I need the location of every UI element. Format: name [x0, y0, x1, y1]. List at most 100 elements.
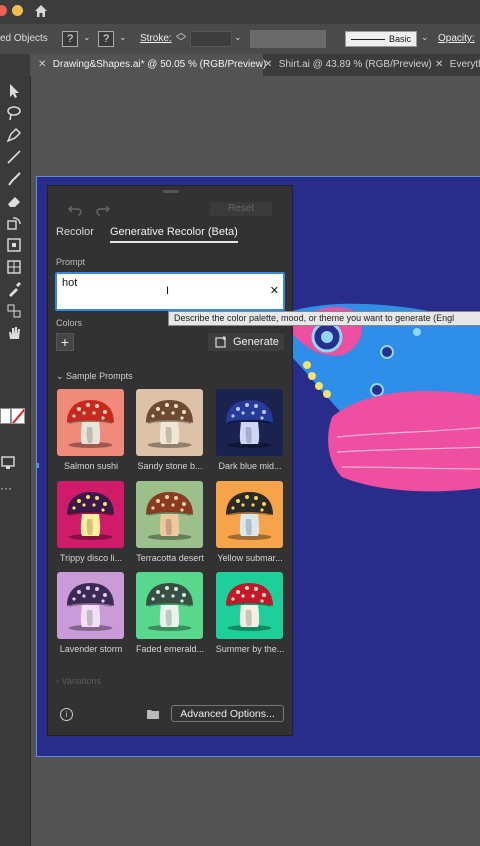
stroke-weight-field[interactable] [190, 31, 232, 47]
close-tab-icon[interactable]: ✕ [38, 54, 50, 76]
add-color-button[interactable]: + [56, 333, 74, 351]
line-tool-icon[interactable] [5, 148, 23, 166]
sample-prompt-caption: Yellow submar... [217, 553, 283, 563]
mushroom-icon [226, 492, 273, 540]
chevron-down-icon[interactable]: ⌄ [234, 32, 242, 43]
tab-label: Everyth [449, 59, 480, 70]
tab-recolor[interactable]: Recolor [56, 226, 94, 238]
tab-label: Shirt.ai @ 43.89 % (RGB/Preview) [278, 59, 432, 70]
tab-generative-recolor[interactable]: Generative Recolor (Beta) [110, 226, 238, 243]
variable-width-profile[interactable] [250, 30, 326, 48]
sample-prompt-thumbnail[interactable] [136, 481, 203, 548]
undo-icon[interactable] [68, 202, 82, 216]
document-tab-bar: ✕ Drawing&Shapes.ai* @ 50.05 % (RGB/Prev… [0, 54, 480, 76]
prompt-value: hot [62, 277, 78, 289]
transform-button[interactable]: ? [62, 31, 78, 47]
mushroom-icon [67, 400, 114, 448]
sample-prompts-toggle[interactable]: ⌄ Sample Prompts [56, 371, 133, 382]
generate-button[interactable]: Generate [208, 333, 284, 351]
sample-prompt-thumbnail[interactable] [57, 572, 124, 639]
mushroom-icon [226, 583, 273, 631]
minimize-window-button[interactable] [12, 5, 23, 16]
mushroom-icon [226, 400, 273, 448]
stroke-label: Stroke: [140, 33, 172, 44]
sample-prompt-thumbnail[interactable] [136, 572, 203, 639]
opacity-label: Opacity: [438, 33, 475, 44]
rotate-tool-icon[interactable] [5, 214, 23, 232]
sample-prompt-caption: Salmon sushi [63, 461, 119, 471]
mushroom-icon [146, 583, 193, 631]
folder-icon[interactable] [146, 708, 160, 720]
recolor-panel: Reset Recolor Generative Recolor (Beta) … [47, 185, 293, 736]
sample-prompt-thumbnail[interactable] [216, 389, 283, 456]
none-swatch[interactable] [11, 408, 25, 424]
sample-prompt-thumbnail[interactable] [136, 389, 203, 456]
eraser-tool-icon[interactable] [5, 192, 23, 210]
sample-prompt-thumbnail[interactable] [216, 572, 283, 639]
window-title-bar [0, 0, 480, 24]
free-transform-tool-icon[interactable] [5, 236, 23, 254]
advanced-options-label: Advanced Options... [180, 708, 275, 720]
screen-mode-icon[interactable] [0, 454, 18, 472]
stroke-stepper[interactable]: ︿ ﹀ [176, 29, 186, 48]
mushroom-icon [146, 400, 193, 448]
selection-tool-icon[interactable] [5, 82, 23, 100]
sample-prompt-caption: Sandy stone b... [137, 461, 203, 471]
sample-prompt-caption: Trippy disco li... [59, 553, 123, 563]
close-tab-icon[interactable]: ✕ [435, 54, 447, 76]
colors-label: Colors [56, 318, 83, 328]
artboard-anchor-handle[interactable] [37, 463, 39, 468]
panel-drag-handle[interactable] [163, 190, 179, 193]
tab-shirt[interactable]: ✕ Shirt.ai @ 43.89 % (RGB/Preview) [256, 54, 434, 76]
sample-prompt-caption: Dark blue mid... [218, 461, 282, 471]
control-bar: ed Objects ? ⌄ ? ⌄ Stroke: ︿ ﹀ ⌄ Basic ⌄ … [0, 24, 480, 55]
generate-icon [215, 336, 226, 348]
generate-label: Generate [233, 336, 279, 348]
chevron-down-icon[interactable]: ⌄ [421, 32, 429, 43]
mushroom-icon [67, 583, 114, 631]
variations-toggle[interactable]: › Variations [56, 676, 101, 686]
advanced-options-button[interactable]: Advanced Options... [171, 705, 284, 722]
align-button[interactable]: ? [98, 31, 114, 47]
variations-label: Variations [61, 676, 101, 686]
sample-prompt-caption: Lavender storm [59, 644, 123, 654]
prompt-label: Prompt [56, 257, 86, 267]
sample-prompt-thumbnail[interactable] [216, 481, 283, 548]
more-tools-icon[interactable]: ··· [0, 481, 12, 495]
tools-panel: ··· [0, 76, 31, 846]
prompt-input[interactable]: hot I ✕ [55, 272, 285, 311]
close-window-button[interactable] [0, 5, 7, 16]
blend-tool-icon[interactable] [5, 302, 23, 320]
tab-recolor-label: Recolor [56, 226, 94, 238]
home-icon[interactable] [33, 3, 49, 19]
basic-label: Basic [388, 34, 411, 44]
sample-prompts-label: Sample Prompts [66, 371, 133, 381]
mushroom-icon [146, 492, 193, 540]
reset-button[interactable]: Reset [210, 202, 272, 216]
fill-stroke-swatch[interactable] [0, 408, 11, 424]
reset-label: Reset [227, 203, 255, 214]
prompt-tooltip: Describe the color palette, mood, or the… [168, 311, 480, 326]
paintbrush-tool-icon[interactable] [5, 170, 23, 188]
sample-prompt-caption: Terracotta desert [136, 553, 204, 563]
hand-tool-icon[interactable] [5, 324, 23, 342]
info-icon[interactable]: i [60, 708, 73, 721]
sample-prompt-thumbnail[interactable] [57, 389, 124, 456]
clear-prompt-icon[interactable]: ✕ [270, 284, 279, 297]
redo-icon[interactable] [96, 202, 110, 216]
shape-builder-tool-icon[interactable] [5, 258, 23, 276]
pen-tool-icon[interactable] [5, 126, 23, 144]
chevron-down-icon[interactable]: ⌄ [83, 32, 91, 43]
sample-prompt-thumbnail[interactable] [57, 481, 124, 548]
sample-prompt-caption: Summer by the... [215, 644, 285, 654]
chevron-down-icon[interactable]: ⌄ [119, 32, 127, 43]
eyedropper-tool-icon[interactable] [5, 280, 23, 298]
stroke-line-preview [351, 39, 385, 40]
tooltip-text: Describe the color palette, mood, or the… [174, 313, 455, 323]
tab-generative-label: Generative Recolor (Beta) [110, 226, 238, 238]
brush-definition-dropdown[interactable]: Basic [345, 31, 417, 47]
close-tab-icon[interactable]: ✕ [264, 54, 276, 76]
lasso-tool-icon[interactable] [5, 104, 23, 122]
tab-everything[interactable]: ✕ Everyth [427, 54, 480, 76]
tab-drawing-shapes[interactable]: ✕ Drawing&Shapes.ai* @ 50.05 % (RGB/Prev… [30, 54, 266, 76]
